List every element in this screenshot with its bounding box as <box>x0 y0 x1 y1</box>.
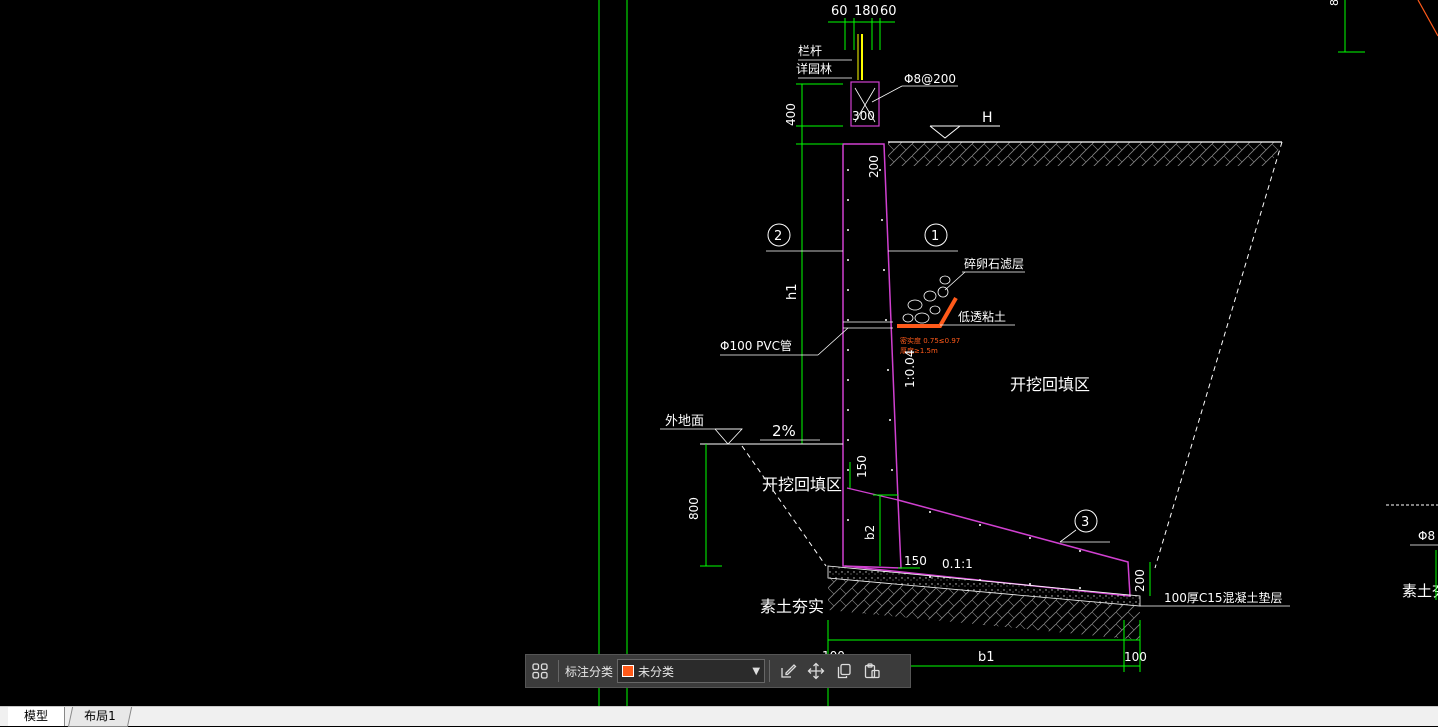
gravel-stones <box>902 275 951 324</box>
cushion-note: 100厚C15混凝土垫层 <box>1164 590 1283 605</box>
tab-model-label: 模型 <box>23 709 48 723</box>
category-select-value: 未分类 <box>638 664 675 679</box>
dim-b2: b2 <box>863 525 877 540</box>
gravel-layer-note: 碎卵石滤层 <box>964 256 1024 271</box>
annotation-category-label: 标注分类 <box>565 664 614 679</box>
ground-hatch-top <box>888 142 1282 166</box>
slope-ratio: 1:0.04 <box>903 350 917 388</box>
rebar-note: Φ8@200 <box>904 72 956 86</box>
tab-layout1-label: 布局1 <box>84 709 116 723</box>
toolbar-separator <box>769 660 771 682</box>
right-note-2: 素土夯 <box>1402 582 1438 600</box>
dim-b1: b1 <box>978 650 995 665</box>
move-icon[interactable] <box>802 657 830 685</box>
dim-top-2: 180 <box>854 4 879 19</box>
annotation-toolbar: 标注分类 未分类 ▼ <box>525 654 911 688</box>
edit-icon[interactable] <box>774 657 802 685</box>
pvc-pipe-note: Φ100 PVC管 <box>720 338 792 353</box>
toolbar-separator <box>558 660 559 682</box>
grade-percent: 2% <box>772 422 796 440</box>
dim-150-base: 150 <box>904 554 927 568</box>
label-2: 2 <box>774 229 782 244</box>
top-right-dim: 80 <box>1328 0 1341 6</box>
wall-top-width: 200 <box>867 155 881 178</box>
level-mark: H <box>982 110 993 126</box>
railing-note-2: 详园林 <box>796 61 832 76</box>
label-1: 1 <box>931 229 939 244</box>
paste-icon[interactable] <box>858 657 886 685</box>
drawing-canvas[interactable]: H 60 180 60 栏杆 详园林 Φ8@200 300 400 h1 200 <box>0 0 1438 706</box>
copy-icon[interactable] <box>830 657 858 685</box>
backfill-right: 开挖回填区 <box>1010 375 1090 394</box>
dim-100-right: 100 <box>1124 650 1147 664</box>
category-select[interactable]: 未分类 ▼ <box>617 659 766 683</box>
wall-stem <box>842 143 902 569</box>
clay-layer-note: 低透粘土 <box>958 309 1006 324</box>
orange-note-1: 密实度 0.75≤0.97 <box>900 336 960 345</box>
tab-model[interactable]: 模型 <box>8 707 65 726</box>
dim-top-3: 60 <box>880 4 897 19</box>
label-3: 3 <box>1081 515 1089 530</box>
category-color-swatch <box>622 665 635 677</box>
compacted-soil: 素土夯实 <box>760 597 824 616</box>
right-note-1: Φ8 <box>1418 529 1435 543</box>
layout-tab-bar: 模型 布局1 <box>0 706 1438 727</box>
tab-layout1[interactable]: 布局1 <box>67 707 133 727</box>
cap-height: 400 <box>784 103 798 126</box>
depth-800: 800 <box>687 497 701 520</box>
railing-note-1: 栏杆 <box>798 43 822 58</box>
cad-drawing: H 60 180 60 栏杆 详园林 Φ8@200 300 400 h1 200 <box>598 0 1438 706</box>
dim-200-toe: 200 <box>1133 569 1147 592</box>
dim-top-1: 60 <box>831 4 848 19</box>
backfill-left: 开挖回填区 <box>762 475 842 494</box>
cap-width: 300 <box>852 109 875 123</box>
grid-icon[interactable] <box>526 657 554 685</box>
dim-150-vert: 150 <box>855 455 869 478</box>
chevron-down-icon: ▼ <box>752 665 761 677</box>
base-slope: 0.1:1 <box>942 557 973 571</box>
outside-ground: 外地面 <box>665 414 704 429</box>
height-h1: h1 <box>785 283 800 300</box>
